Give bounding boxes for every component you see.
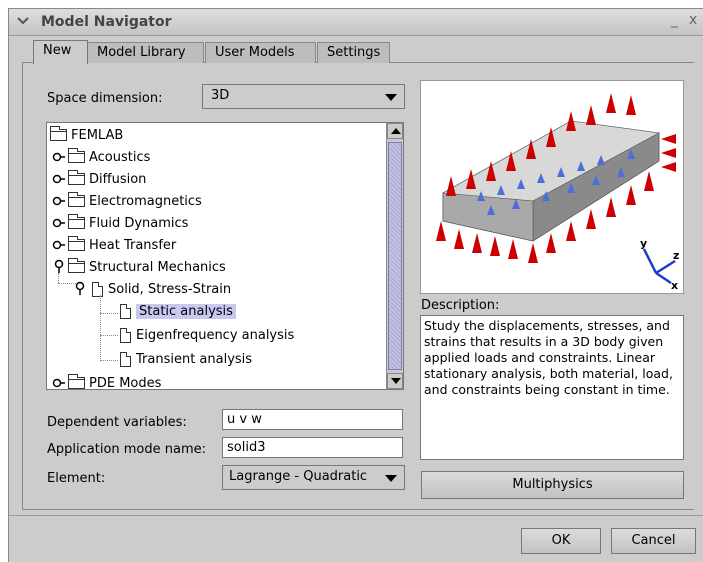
- tree-item-label: PDE Modes: [89, 375, 162, 390]
- window-menu-icon[interactable]: [16, 14, 30, 28]
- model-preview-graphic: y z x: [436, 93, 679, 292]
- tab-user-models[interactable]: User Models: [205, 42, 316, 63]
- expand-handle-icon[interactable]: [52, 150, 66, 164]
- tree-item-label: Diffusion: [89, 171, 147, 187]
- axis-label-x: x: [671, 279, 678, 292]
- dependent-variables-label: Dependent variables:: [47, 415, 187, 430]
- tree-connector: [100, 335, 118, 337]
- folder-icon: [68, 374, 85, 389]
- document-icon: [120, 303, 131, 319]
- element-value: Lagrange - Quadratic: [229, 469, 368, 484]
- tree-item-label: Electromagnetics: [89, 193, 202, 209]
- tree-item-label: Solid, Stress-Strain: [108, 281, 232, 297]
- tree-item-acoustics[interactable]: Acoustics: [68, 147, 150, 167]
- window-title: Model Navigator: [41, 14, 172, 30]
- tree-item-solid-stress-strain[interactable]: Solid, Stress-Strain: [92, 279, 231, 299]
- application-mode-name-input[interactable]: solid3: [222, 437, 403, 458]
- tree-item-label: Static analysis: [136, 303, 236, 319]
- tab-new[interactable]: New: [33, 40, 88, 64]
- document-icon: [120, 351, 131, 367]
- axis-label-y: y: [640, 237, 647, 250]
- tree-item-label: Acoustics: [89, 149, 151, 165]
- multiphysics-button[interactable]: Multiphysics: [421, 471, 684, 499]
- tree-item-label: Eigenfrequency analysis: [136, 327, 295, 343]
- description-text: Study the displacements, stresses, and s…: [420, 315, 684, 460]
- tree-item-label: FEMLAB: [71, 127, 124, 143]
- description-label: Description:: [421, 298, 500, 313]
- axis-label-z: z: [673, 249, 679, 262]
- tree-item-eigenfrequency-analysis[interactable]: Eigenfrequency analysis: [120, 325, 294, 345]
- arrow-up-icon: [391, 128, 401, 134]
- document-icon: [120, 327, 131, 343]
- folder-icon: [68, 192, 85, 207]
- space-dimension-select[interactable]: 3D: [202, 84, 405, 109]
- expand-handle-icon[interactable]: [52, 216, 66, 230]
- tree-item-static-analysis[interactable]: Static analysis: [120, 301, 236, 321]
- tab-model-library[interactable]: Model Library: [87, 42, 204, 63]
- footer-separator: [8, 515, 703, 516]
- tree-connector: [58, 273, 60, 283]
- title-bar[interactable]: Model Navigator _ x: [9, 9, 703, 36]
- folder-icon: [50, 126, 67, 141]
- folder-icon: [68, 214, 85, 229]
- tree-item-label: Heat Transfer: [89, 237, 177, 253]
- chevron-down-icon: [385, 475, 397, 482]
- tree-item-structural-mechanics[interactable]: Structural Mechanics: [68, 257, 226, 277]
- tree-connector: [100, 360, 118, 362]
- tree-scrollbar[interactable]: [386, 123, 403, 389]
- folder-icon: [68, 258, 85, 273]
- tree-item-heat-transfer[interactable]: Heat Transfer: [68, 235, 176, 255]
- tree-item-femlab[interactable]: FEMLAB: [50, 125, 123, 145]
- ok-button[interactable]: OK: [521, 528, 601, 554]
- expand-handle-icon[interactable]: [52, 238, 66, 252]
- folder-icon: [68, 236, 85, 251]
- expand-handle-icon[interactable]: [52, 376, 66, 390]
- expand-handle-icon[interactable]: [52, 194, 66, 208]
- tree-item-fluid-dynamics[interactable]: Fluid Dynamics: [68, 213, 188, 233]
- close-button[interactable]: x: [689, 12, 697, 28]
- application-mode-name-label: Application mode name:: [47, 442, 207, 457]
- collapse-handle-icon[interactable]: [73, 281, 87, 295]
- chevron-down-icon: [385, 94, 397, 101]
- tree-item-electromagnetics[interactable]: Electromagnetics: [68, 191, 202, 211]
- element-label: Element:: [47, 471, 106, 486]
- scroll-down-button[interactable]: [387, 373, 403, 389]
- tree-item-label: Transient analysis: [136, 351, 253, 367]
- element-select[interactable]: Lagrange - Quadratic: [222, 465, 405, 490]
- collapse-handle-icon[interactable]: [52, 259, 66, 273]
- tree-item-pde-modes[interactable]: PDE Modes: [68, 373, 162, 390]
- minimize-button[interactable]: _: [671, 12, 678, 28]
- scroll-up-button[interactable]: [387, 123, 403, 139]
- scroll-thumb[interactable]: [388, 142, 402, 370]
- cancel-button[interactable]: Cancel: [611, 528, 696, 554]
- dependent-variables-input[interactable]: u v w: [222, 409, 403, 430]
- tab-settings[interactable]: Settings: [317, 42, 390, 63]
- folder-icon: [68, 148, 85, 163]
- folder-icon: [68, 170, 85, 185]
- tree-connector: [100, 313, 118, 315]
- arrow-down-icon: [391, 378, 401, 384]
- space-dimension-label: Space dimension:: [47, 91, 163, 106]
- expand-handle-icon[interactable]: [52, 172, 66, 186]
- tree-item-label: Fluid Dynamics: [89, 215, 189, 231]
- model-preview-image: y z x: [420, 80, 684, 294]
- tree-item-diffusion[interactable]: Diffusion: [68, 169, 146, 189]
- tree-item-label: Structural Mechanics: [89, 259, 226, 275]
- tree-item-transient-analysis[interactable]: Transient analysis: [120, 349, 252, 369]
- model-tree[interactable]: FEMLAB Acoustics Diffusion Electromagnet…: [46, 122, 404, 390]
- tree-connector: [100, 295, 102, 361]
- space-dimension-value: 3D: [211, 88, 230, 103]
